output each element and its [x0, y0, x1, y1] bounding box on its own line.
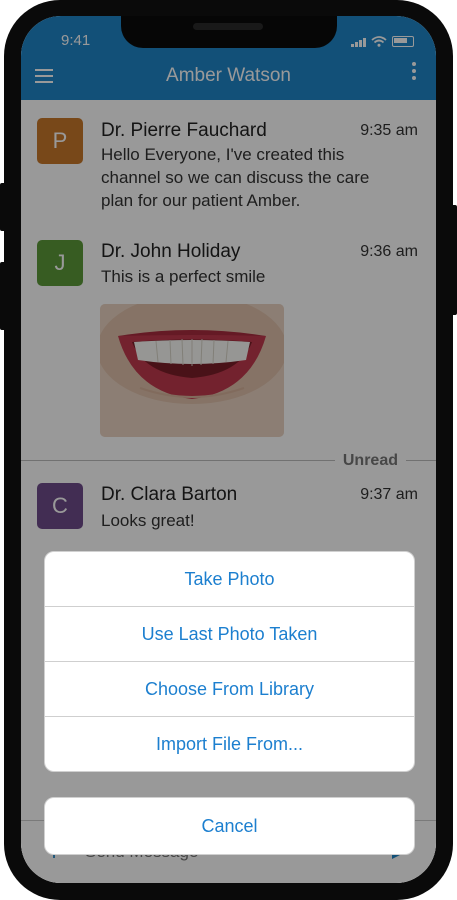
import-file-button[interactable]: Import File From...: [45, 717, 414, 771]
screen: 9:41 Amber Watson P Dr. Pierre Fauchard …: [21, 16, 436, 883]
mute-switch: [0, 183, 6, 231]
take-photo-button[interactable]: Take Photo: [45, 552, 414, 607]
use-last-photo-button[interactable]: Use Last Photo Taken: [45, 607, 414, 662]
choose-from-library-button[interactable]: Choose From Library: [45, 662, 414, 717]
volume-buttons: [0, 262, 6, 330]
cancel-button[interactable]: Cancel: [44, 797, 415, 855]
power-button: [451, 205, 457, 315]
action-sheet: Take Photo Use Last Photo Taken Choose F…: [44, 551, 415, 772]
